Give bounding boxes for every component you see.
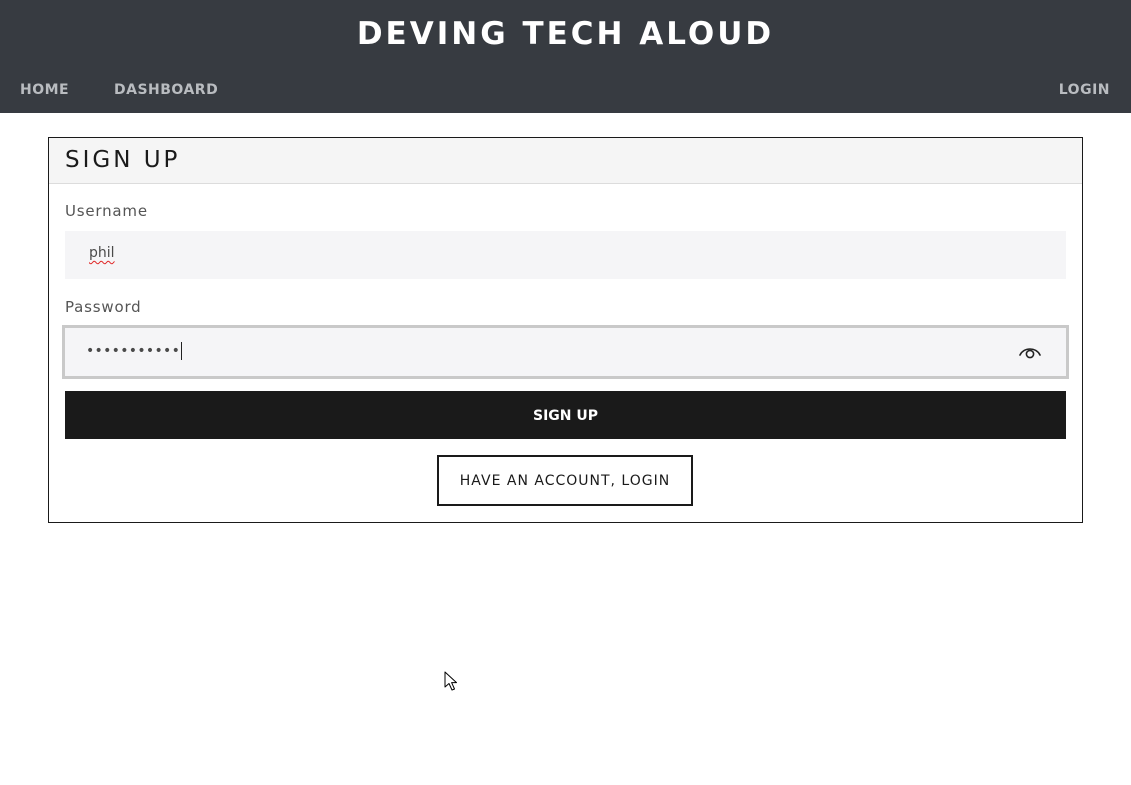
password-label: Password [65, 298, 142, 316]
nav-login-link[interactable]: LOGIN [1059, 81, 1110, 99]
password-mask: ••••••••••• [86, 343, 181, 359]
username-label: Username [65, 202, 148, 220]
username-input[interactable]: phil [65, 231, 1066, 279]
mouse-pointer-icon [444, 671, 457, 691]
site-title: DEVING TECH ALOUD [356, 16, 775, 52]
nav-home-link[interactable]: HOME [20, 81, 69, 99]
site-header: DEVING TECH ALOUD HOME DASHBOARD LOGIN [0, 0, 1131, 113]
password-value: ••••••••••• [86, 342, 183, 360]
nav-dashboard-link[interactable]: DASHBOARD [114, 81, 218, 99]
signup-card: SIGN UP Username phil Password •••••••••… [48, 137, 1083, 523]
have-account-login-button[interactable]: HAVE AN ACCOUNT, LOGIN [437, 455, 693, 506]
username-value: phil [89, 245, 115, 261]
signup-button[interactable]: SIGN UP [65, 391, 1066, 439]
text-caret [181, 342, 183, 360]
card-header: SIGN UP [49, 138, 1082, 184]
signup-title: SIGN UP [65, 147, 181, 173]
password-input[interactable]: ••••••••••• [62, 325, 1069, 379]
eye-icon[interactable] [1019, 344, 1041, 360]
